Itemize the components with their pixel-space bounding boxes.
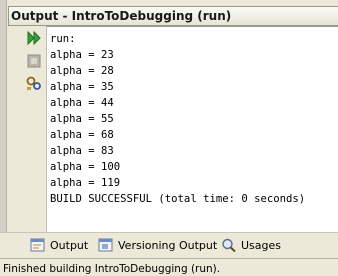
output-title-bar[interactable]: Output - IntroToDebugging (run) (8, 6, 338, 26)
console-line: alpha = 55 (50, 113, 114, 125)
tab-versioning-output-label: Versioning Output (118, 238, 218, 252)
status-text: Finished building IntroToDebugging (run)… (3, 263, 221, 275)
double-play-icon (27, 30, 41, 46)
console-line: alpha = 44 (50, 97, 114, 109)
tab-usages[interactable]: Usages (221, 236, 281, 254)
console-line: alpha = 83 (50, 145, 114, 157)
console-line: alpha = 119 (50, 177, 121, 189)
magnifier-icon (222, 238, 236, 252)
tab-versioning-output[interactable]: Versioning Output (98, 236, 217, 254)
console-line: alpha = 23 (50, 49, 114, 61)
stop-icon (27, 54, 41, 68)
versioning-window-icon (98, 238, 113, 251)
console-line: alpha = 28 (50, 65, 114, 77)
bottom-tab-bar: Output Versioning Output Usages (0, 232, 338, 257)
console-lines: run: alpha = 23 alpha = 28 alpha = 35 al… (50, 31, 305, 207)
tab-output[interactable]: Output (30, 236, 88, 254)
rerun-button[interactable] (25, 29, 43, 47)
stop-button[interactable] (25, 52, 43, 70)
output-window-title: Output - IntroToDebugging (run) (11, 9, 232, 23)
status-bar: Finished building IntroToDebugging (run)… (0, 258, 338, 276)
console-line: alpha = 100 (50, 161, 121, 173)
settings-icon (26, 76, 41, 90)
tab-output-label: Output (50, 238, 89, 252)
tab-usages-label: Usages (241, 238, 282, 252)
console-line: BUILD SUCCESSFUL (total time: 0 seconds) (50, 193, 306, 205)
output-window-icon (30, 238, 45, 251)
output-toolbar (22, 26, 47, 232)
console-line: alpha = 35 (50, 81, 114, 93)
output-console[interactable]: run: alpha = 23 alpha = 28 alpha = 35 al… (47, 26, 338, 232)
settings-button[interactable] (25, 74, 43, 92)
console-line: alpha = 68 (50, 129, 114, 141)
console-line: run: (50, 33, 76, 45)
left-window-edge (0, 0, 7, 236)
